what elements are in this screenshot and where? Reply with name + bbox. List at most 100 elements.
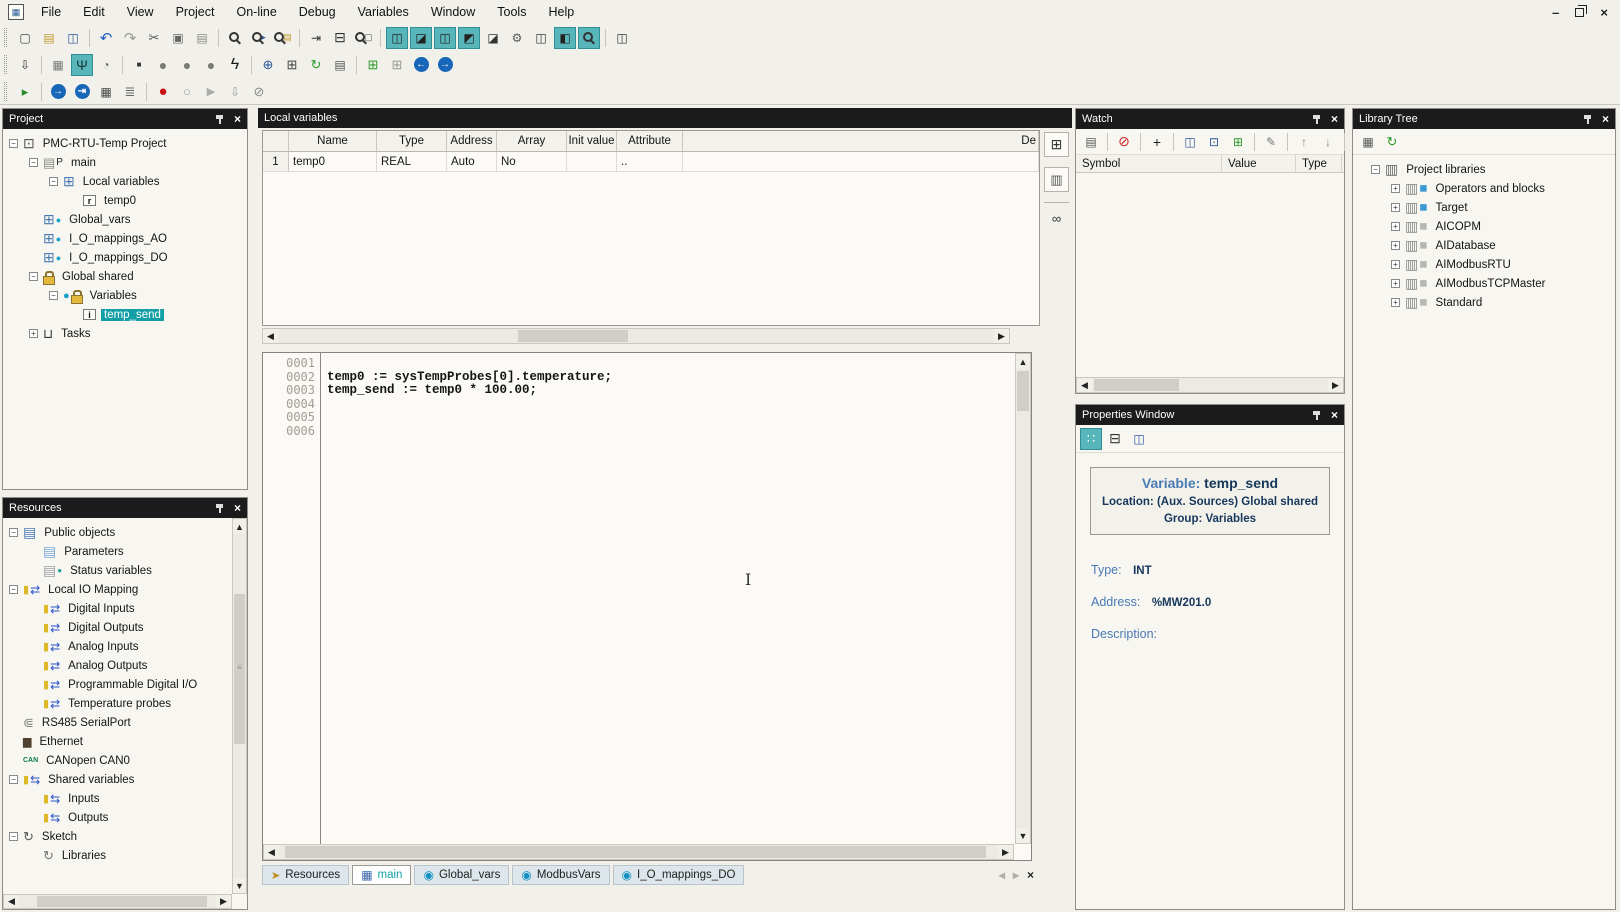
close-button[interactable]: × [1600, 5, 1608, 20]
properties-panel-titlebar[interactable]: Properties Window × [1076, 405, 1344, 425]
scroll-down-icon[interactable]: ▼ [1016, 828, 1030, 843]
table-horizontal-scrollbar[interactable]: ◀ ▶ [262, 328, 1010, 344]
project-tree-item-global-vars[interactable]: ⊞●Global_vars [3, 210, 247, 229]
live-debug-button[interactable]: ↻ [305, 54, 327, 76]
scroll-left-icon[interactable]: ◀ [264, 845, 279, 859]
navigate-back-button[interactable]: ← [410, 54, 432, 76]
paste-button[interactable]: ▤ [191, 27, 213, 49]
find-in-table-button[interactable]: ∞ [1044, 202, 1069, 230]
tab-scroll-prev-button[interactable]: ◂ [999, 868, 1005, 882]
watch-column-value[interactable]: Value [1222, 155, 1296, 172]
cut-button[interactable]: ✂ [143, 27, 165, 49]
simulation-button[interactable]: ▸ [14, 81, 36, 103]
resources-tree-item-public-objects[interactable]: −▤Public objects [3, 523, 232, 542]
project-tree-item-global-shared[interactable]: −Global shared [3, 267, 247, 286]
library-operate-button[interactable]: ▦ [1357, 131, 1379, 153]
detach-button[interactable]: ⊘ [248, 81, 270, 103]
resources-tree-item-sketch[interactable]: −↻Sketch [3, 827, 232, 846]
pin-icon[interactable] [1312, 410, 1322, 421]
record-button[interactable]: ● [152, 81, 174, 103]
restore-button[interactable] [1575, 8, 1584, 17]
cell[interactable] [567, 152, 617, 171]
project-tree-item-temp0[interactable]: rtemp0 [3, 191, 247, 210]
resources-horizontal-scrollbar[interactable]: ◀ ▶ [3, 894, 232, 909]
scroll-up-icon[interactable]: ▲ [1016, 354, 1030, 369]
resources-tree-item-inputs[interactable]: ▮⇆Inputs [3, 789, 232, 808]
view-oscilloscope-button[interactable]: ◪ [482, 27, 504, 49]
view-output-window-button[interactable]: ◪ [410, 27, 432, 49]
close-icon[interactable]: × [234, 113, 241, 125]
scroll-right-icon[interactable]: ▶ [216, 895, 231, 908]
cell[interactable]: temp0 [289, 152, 377, 171]
edit-table-button[interactable]: ▤ [329, 54, 351, 76]
tab-modbusvars[interactable]: ◉ModbusVars [512, 865, 609, 885]
expander-icon[interactable]: − [29, 272, 38, 281]
resources-tree-item-canopen-can0[interactable]: CANCANopen CAN0 [3, 751, 232, 770]
insert-watch-button[interactable]: ⊞ [281, 54, 303, 76]
resources-tree-item-libraries[interactable]: ↻Libraries [3, 846, 232, 865]
cell[interactable]: 1 [263, 152, 289, 171]
watch-save-button[interactable]: ◫ [1179, 131, 1201, 153]
menu-on-line[interactable]: On-line [225, 0, 287, 24]
tab-scroll-next-button[interactable]: ▸ [1013, 868, 1019, 882]
column-header-attribute[interactable]: Attribute [617, 131, 683, 151]
watch-open-button[interactable]: ⊡ [1203, 131, 1225, 153]
project-tree-item-tasks[interactable]: +⊔Tasks [3, 324, 247, 343]
scroll-up-icon[interactable]: ▲ [233, 519, 246, 534]
watch-insert-button[interactable]: + [1146, 131, 1168, 153]
library-tree-item-aicopm[interactable]: +▥◼AICOPM [1365, 217, 1615, 236]
resources-panel-titlebar[interactable]: Resources × [3, 498, 247, 518]
project-tree-item-pmc-rtu-temp-project[interactable]: −⊡PMC-RTU-Temp Project [3, 134, 247, 153]
column-header-de[interactable]: De [683, 131, 1039, 151]
copy-button[interactable]: ▣ [167, 27, 189, 49]
plug-connection-button[interactable]: Ψ [71, 54, 93, 76]
view-project-window-button[interactable]: ◫ [386, 27, 408, 49]
cell[interactable]: REAL [377, 152, 447, 171]
insert-record-button[interactable]: ⊞ [362, 54, 384, 76]
stop-compile-button[interactable]: ■ [128, 54, 150, 76]
project-tree-item-i-o-mappings-do[interactable]: ⊞●I_O_mappings_DO [3, 248, 247, 267]
expander-icon[interactable]: + [1391, 241, 1400, 250]
menu-variables[interactable]: Variables [347, 0, 420, 24]
properties-save-button[interactable]: ◫ [1128, 428, 1150, 450]
view-properties-window-button[interactable]: ◧ [554, 27, 576, 49]
watch-move-down-button[interactable]: ↓ [1317, 131, 1339, 153]
library-tree-item-aidatabase[interactable]: +▥◼AIDatabase [1365, 236, 1615, 255]
resources-tree-item-ethernet[interactable]: ▆Ethernet [3, 732, 232, 751]
column-header-init-value[interactable]: Init value [567, 131, 617, 151]
expander-icon[interactable]: + [1391, 298, 1400, 307]
library-tree-item-operators-and-blocks[interactable]: +▥◼Operators and blocks [1365, 179, 1615, 198]
memory-view-button[interactable]: ▦ [95, 81, 117, 103]
pointer-mode-button[interactable]: ◔ [95, 54, 117, 76]
recompile-button[interactable]: ● [176, 54, 198, 76]
tab-resources[interactable]: ➤Resources [262, 865, 349, 885]
expander-icon[interactable]: − [49, 177, 58, 186]
resources-tree-item-parameters[interactable]: ▤Parameters [3, 542, 232, 561]
view-library-window-button[interactable]: ◩ [458, 27, 480, 49]
cell[interactable]: .. [617, 152, 683, 171]
scrollbar-thumb[interactable] [518, 330, 628, 342]
project-tree-item-local-variables[interactable]: −⊞Local variables [3, 172, 247, 191]
view-pou-browser-button[interactable] [578, 27, 600, 49]
menu-debug[interactable]: Debug [288, 0, 347, 24]
expander-icon[interactable]: − [9, 585, 18, 594]
go-to-source-button[interactable]: ⇥ [305, 27, 327, 49]
toolbar-grip[interactable] [4, 28, 7, 47]
undo-button[interactable]: ↶ [95, 27, 117, 49]
scroll-down-icon[interactable]: ▼ [233, 878, 246, 893]
tab-global-vars[interactable]: ◉Global_vars [414, 865, 509, 885]
report-view-button[interactable]: ▥ [1044, 167, 1069, 192]
menu-help[interactable]: Help [537, 0, 585, 24]
watch-column-type[interactable]: Type [1296, 155, 1342, 172]
watch-column-symbol[interactable]: Symbol [1076, 155, 1222, 172]
menu-project[interactable]: Project [165, 0, 226, 24]
close-icon[interactable]: × [1331, 409, 1338, 421]
watch-open-add-button[interactable]: ⊞ [1227, 131, 1249, 153]
st-code-editor[interactable]: 000100020003000400050006 temp0 := sysTem… [262, 352, 1032, 861]
step-button[interactable]: ⇩ [224, 81, 246, 103]
tab-main[interactable]: ▦main [352, 865, 411, 885]
expander-icon[interactable]: − [1371, 165, 1380, 174]
grid-view-button[interactable]: ⊞ [1044, 132, 1069, 157]
project-panel-titlebar[interactable]: Project × [3, 109, 247, 129]
connect-button[interactable]: → [47, 81, 69, 103]
